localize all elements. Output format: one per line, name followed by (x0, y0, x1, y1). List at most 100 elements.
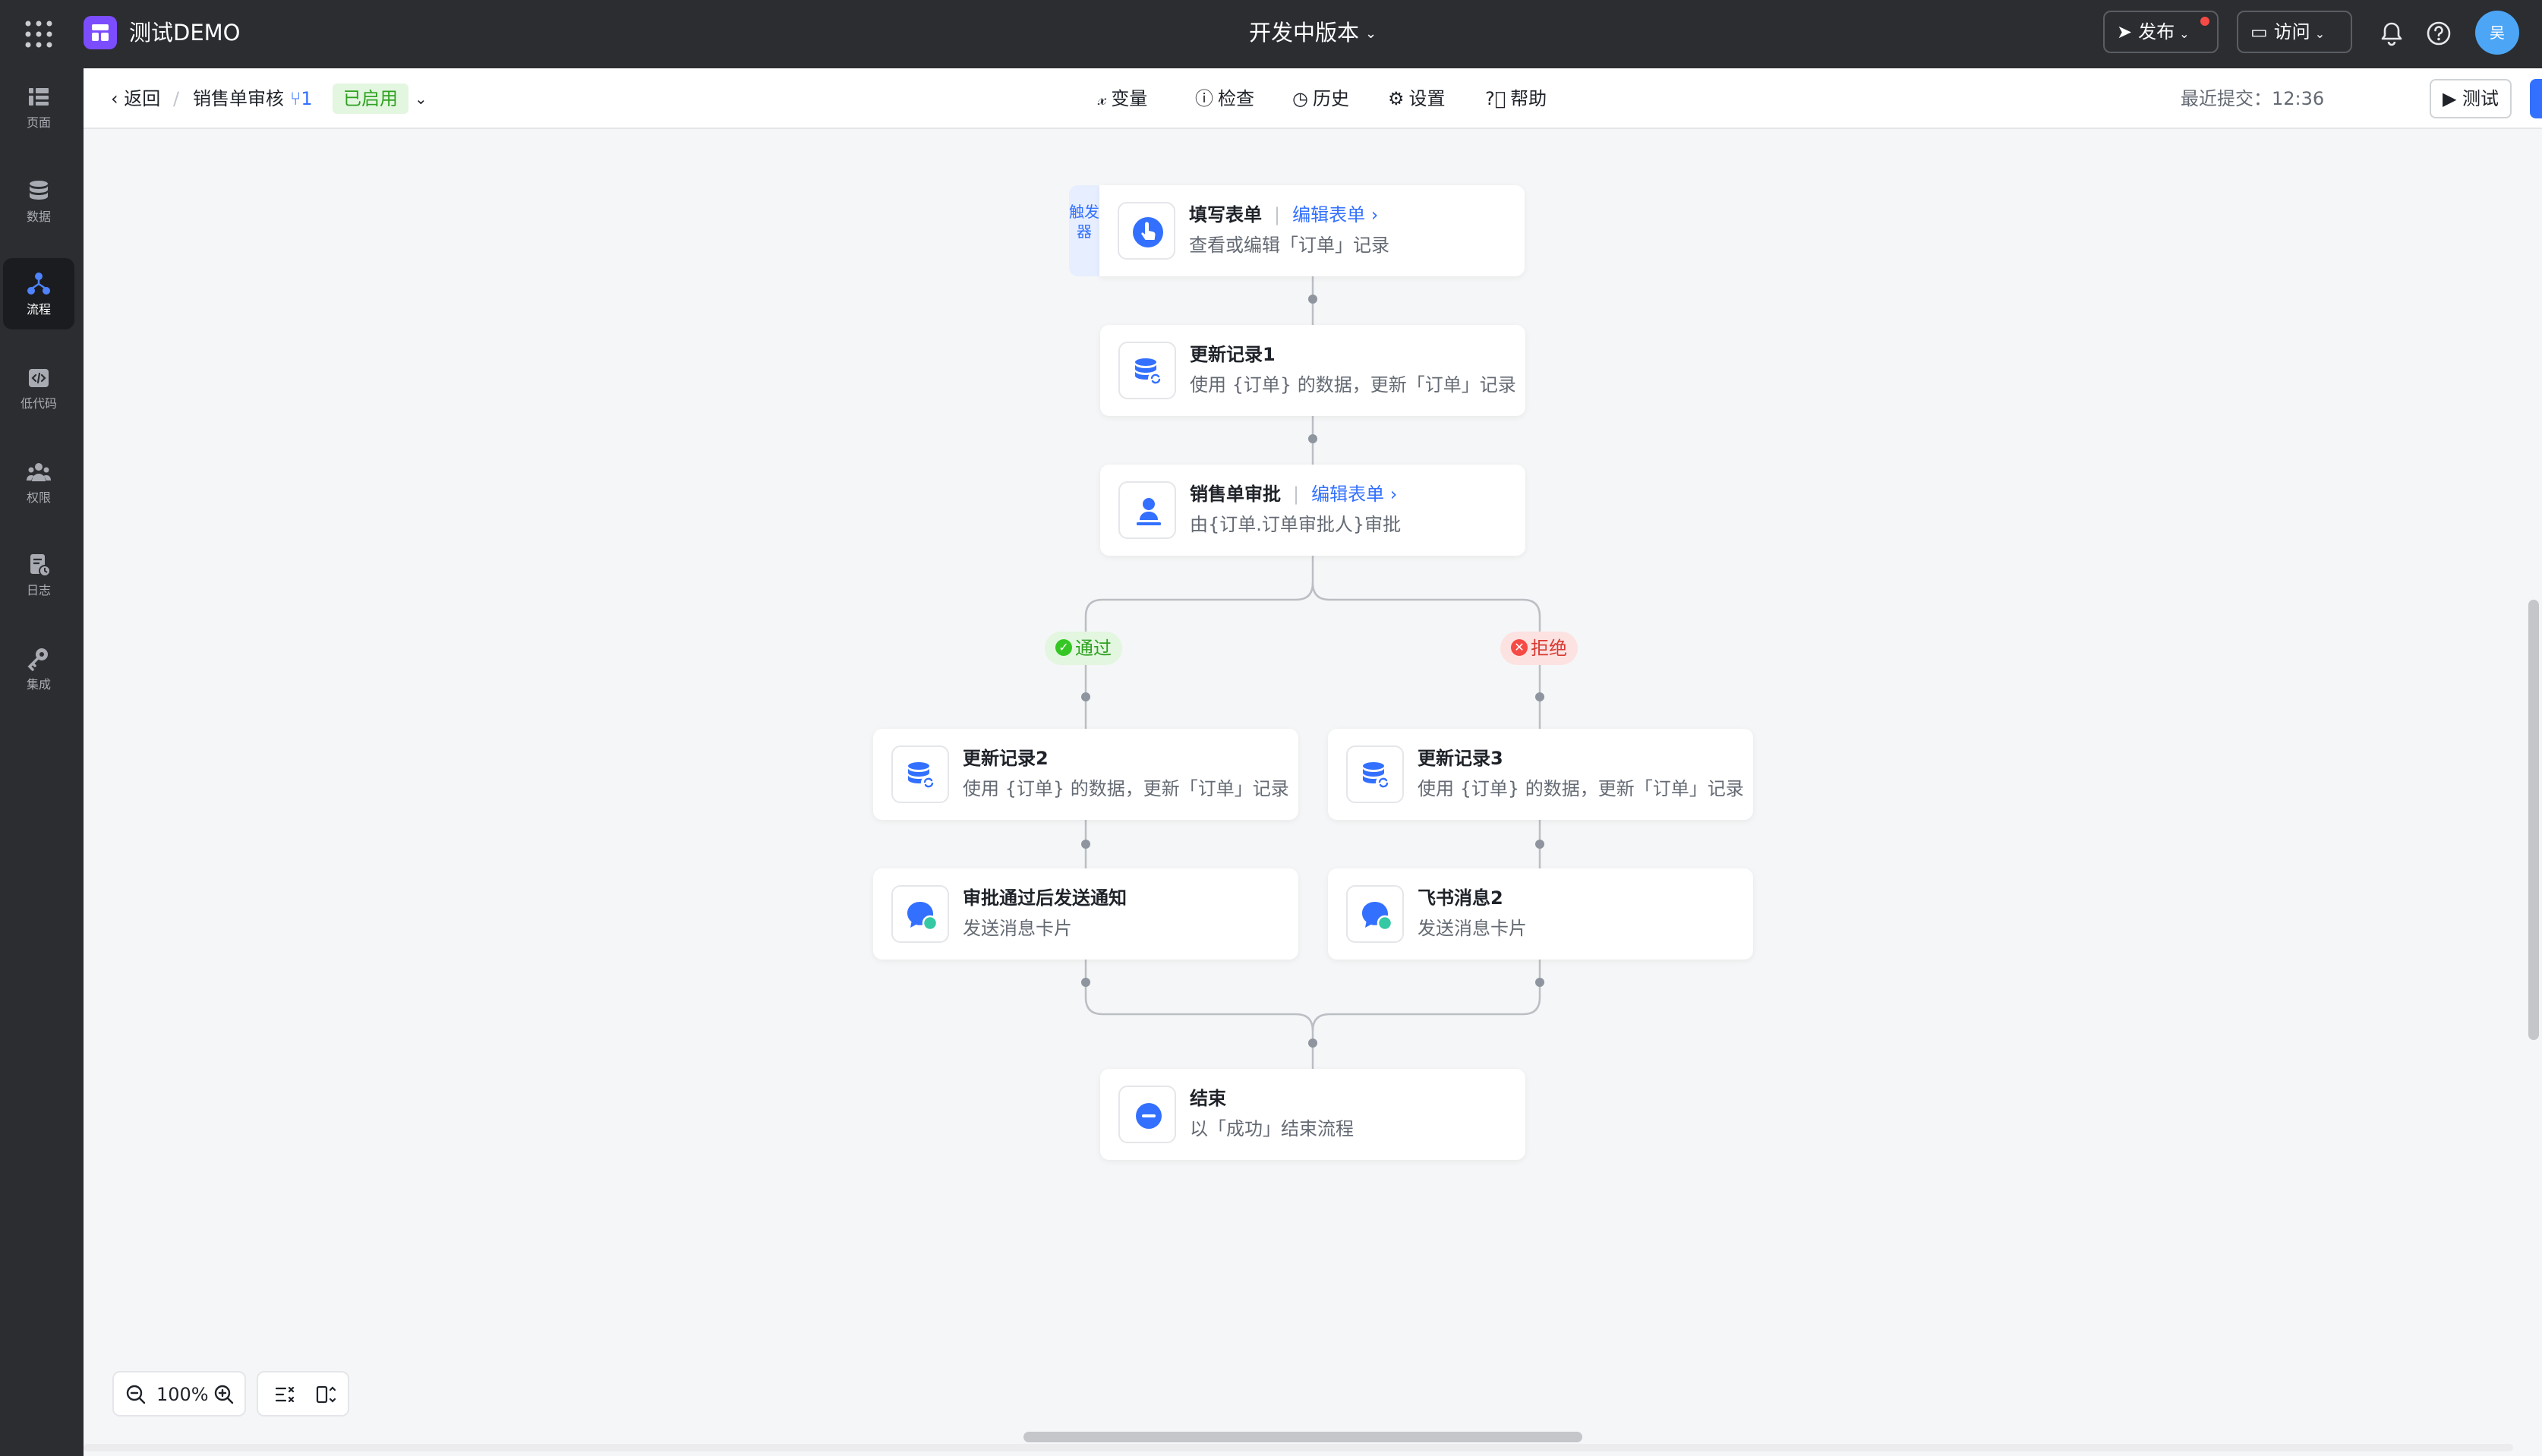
node-title: 更新记录2 (963, 748, 1049, 769)
help-icon[interactable] (2424, 18, 2454, 49)
tool-label: 设置 (1408, 88, 1446, 109)
database-update-icon (1363, 762, 1391, 790)
node-description: 发送消息卡片 (963, 918, 1072, 939)
publish-button[interactable]: ➤ 发布 ⌄ (2103, 11, 2219, 53)
vertical-scrollbar[interactable] (2528, 600, 2539, 1040)
flow-version[interactable]: ⑂1 (290, 84, 313, 114)
update-record-2-node[interactable]: 更新记录2 使用 {订单} 的数据，更新「订单」记录 (873, 729, 1298, 820)
app-grid-icon[interactable] (23, 18, 55, 50)
node-title: 填写表单 (1189, 204, 1262, 225)
node-title: 销售单审批 (1190, 484, 1281, 505)
sidebar-item-label: 数据 (26, 210, 51, 224)
layout-controls (257, 1371, 349, 1417)
flow-version-number: 1 (301, 88, 313, 109)
submit-button[interactable]: 提交 (2530, 79, 2542, 118)
play-icon: ▶ (2442, 88, 2463, 109)
code-icon (29, 369, 49, 387)
sidebar-item-pages[interactable]: 页面 (3, 71, 74, 143)
hand-pointer-icon (1133, 217, 1163, 247)
tool-label: 变量 (1111, 88, 1148, 109)
chevron-down-icon: ⌄ (1365, 26, 1377, 42)
node-description: 由{订单.订单审批人}审批 (1190, 514, 1402, 535)
chevron-right-icon: › (1384, 484, 1398, 505)
back-label: 返回 (124, 88, 161, 109)
update-record-3-node[interactable]: 更新记录3 使用 {订单} 的数据，更新「订单」记录 (1328, 729, 1753, 820)
help-button[interactable]: ?⃝ 帮助 (1485, 84, 1547, 114)
update-record-1-node[interactable]: 更新记录1 使用 {订单} 的数据，更新「订单」记录 (1100, 325, 1525, 416)
history-icon: ◷ (1292, 88, 1308, 109)
avatar[interactable]: 吴 (2475, 11, 2519, 55)
check-circle-icon: ✓ (1055, 639, 1072, 656)
flow-toolbar: ‹ 返回 / 销售单审核 ⑂1 已启用 ⌄ 𝓍 变量 ⓘ 检查 ◷ 历史 ⚙ 设置 ?⃝… (84, 68, 2542, 129)
sidebar-item-flow[interactable]: 流程 (3, 258, 74, 329)
version-label: 开发中版本 (1249, 20, 1360, 46)
trigger-tag: 触发器 (1069, 185, 1099, 276)
app-name[interactable]: 测试DEMO (129, 17, 241, 49)
key-icon (27, 648, 48, 671)
visit-button[interactable]: ▭ 访问 ⌄ (2237, 11, 2352, 53)
sidebar-item-label: 权限 (26, 490, 51, 505)
branch-icon: ⑂ (290, 88, 301, 109)
monitor-icon: ▭ (2250, 21, 2268, 43)
trigger-node[interactable]: 填写表单 | 编辑表单 › 查看或编辑「订单」记录 (1099, 185, 1525, 276)
node-description: 使用 {订单} 的数据，更新「订单」记录 (1418, 778, 1744, 799)
chevron-down-icon[interactable]: ⌄ (415, 84, 427, 114)
sidebar-item-integration[interactable]: 集成 (3, 633, 74, 704)
flow-name[interactable]: 销售单审核 (193, 84, 284, 114)
end-node[interactable]: 结束 以「成功」结束流程 (1100, 1069, 1525, 1160)
end-icon (1136, 1103, 1162, 1129)
tool-label: 历史 (1312, 88, 1349, 109)
bell-icon[interactable] (2376, 18, 2407, 49)
sidebar-item-label: 集成 (26, 677, 51, 692)
node-title: 结束 (1190, 1088, 1226, 1109)
branch-label: 拒绝 (1531, 638, 1567, 659)
sidebar-item-label: 日志 (26, 583, 51, 597)
variable-icon: 𝓍 (1098, 88, 1107, 109)
horizontal-scrollbar[interactable] (1023, 1432, 1582, 1442)
app-logo-icon (92, 24, 109, 41)
sidebar-item-lowcode[interactable]: 低代码 (3, 352, 74, 424)
node-title: 更新记录1 (1190, 344, 1276, 365)
branch-pass-label[interactable]: ✓ 通过 (1045, 632, 1122, 665)
branch-reject-label[interactable]: ✕ 拒绝 (1500, 632, 1578, 665)
back-button[interactable]: ‹ 返回 (111, 84, 160, 114)
sidebar-item-data[interactable]: 数据 (3, 165, 74, 237)
zoom-controls: 100% (112, 1371, 246, 1417)
auto-layout-icon[interactable] (273, 1383, 296, 1406)
node-description: 使用 {订单} 的数据，更新「订单」记录 (1190, 374, 1516, 396)
sidebar-item-logs[interactable]: 日志 (3, 539, 74, 610)
visit-label: 访问 (2273, 21, 2310, 43)
node-title: 审批通过后发送通知 (963, 887, 1127, 909)
zoom-in-icon[interactable] (213, 1383, 235, 1406)
test-button[interactable]: ▶ 测试 (2430, 79, 2512, 118)
close-circle-icon: ✕ (1511, 639, 1528, 656)
sidebar-item-permissions[interactable]: 权限 (3, 446, 74, 518)
settings-button[interactable]: ⚙ 设置 (1388, 84, 1446, 114)
node-description: 发送消息卡片 (1418, 918, 1527, 939)
approval-node[interactable]: 销售单审批 | 编辑表单 › 由{订单.订单审批人}审批 (1100, 465, 1525, 556)
edit-form-link[interactable]: 编辑表单 (1311, 484, 1384, 505)
sidebar-item-label: 低代码 (20, 396, 57, 411)
page-icon (29, 88, 49, 106)
help-icon: ?⃝ (1485, 88, 1506, 109)
version-selector[interactable]: 开发中版本 ⌄ (1249, 17, 1377, 50)
feishu-message-2-node[interactable]: 飞书消息2 发送消息卡片 (1328, 868, 1753, 960)
node-title: 飞书消息2 (1418, 887, 1503, 909)
test-label: 测试 (2462, 88, 2499, 109)
info-icon: ⓘ (1195, 88, 1213, 109)
branch-label: 通过 (1075, 638, 1112, 659)
history-button[interactable]: ◷ 历史 (1292, 84, 1349, 114)
database-icon (30, 181, 48, 200)
publish-label: 发布 (2138, 21, 2175, 43)
edit-form-link[interactable]: 编辑表单 (1292, 204, 1365, 225)
check-button[interactable]: ⓘ 检查 (1195, 84, 1254, 114)
node-description: 以「成功」结束流程 (1190, 1118, 1354, 1139)
gear-icon: ⚙ (1388, 88, 1405, 109)
sidebar-item-label: 页面 (26, 115, 51, 130)
database-update-icon (908, 762, 936, 790)
zoom-out-icon[interactable] (125, 1383, 147, 1406)
fit-view-icon[interactable] (314, 1383, 337, 1406)
variables-button[interactable]: 𝓍 变量 (1098, 84, 1147, 114)
approver-icon (1137, 498, 1161, 525)
notify-after-approval-node[interactable]: 审批通过后发送通知 发送消息卡片 (873, 868, 1298, 960)
